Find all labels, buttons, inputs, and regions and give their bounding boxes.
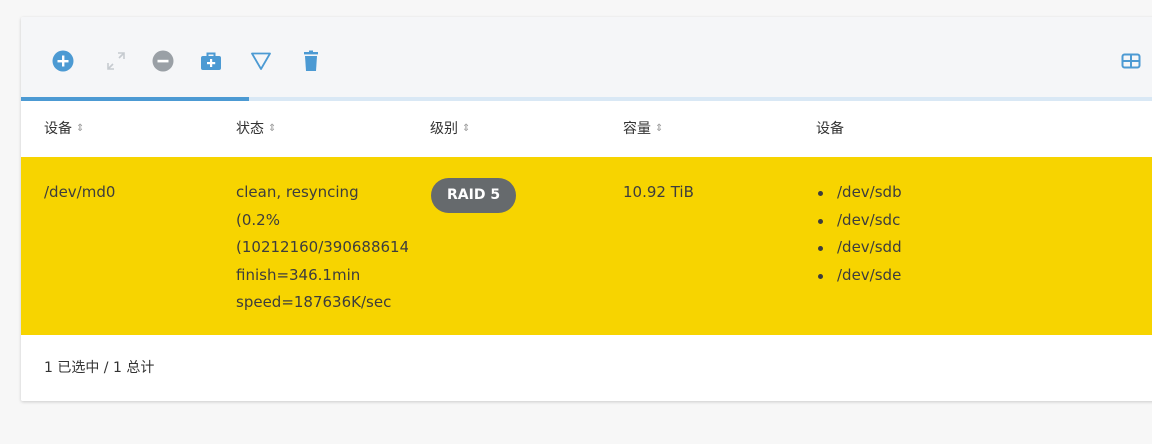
sort-icon: ⇕ <box>76 123 85 134</box>
trash-icon <box>304 50 318 71</box>
status-line: (10212160/3906886144) <box>236 238 408 256</box>
device-cell: /dev/md0 <box>44 183 116 201</box>
delete-button[interactable] <box>298 48 324 74</box>
status-line: finish=346.1min <box>236 265 361 284</box>
add-button[interactable] <box>50 48 76 74</box>
status-line: clean, resyncing <box>236 183 359 201</box>
device-list-item: /dev/sdc <box>816 207 902 235</box>
selection-summary: 1 已选中 / 1 总计 <box>44 360 155 376</box>
filter-icon <box>251 52 271 70</box>
device-list: /dev/sdb /dev/sdc /dev/sdd /dev/sde <box>816 179 902 289</box>
recover-button[interactable] <box>198 48 224 74</box>
remove-icon <box>152 50 174 72</box>
column-header-status[interactable]: 状态 ⇕ <box>236 101 276 157</box>
table-row[interactable]: /dev/md0 clean, resyncing (0.2% (1021216… <box>21 157 1152 335</box>
device-list-item: /dev/sde <box>816 262 902 290</box>
filter-button[interactable] <box>248 48 274 74</box>
sort-icon: ⇕ <box>655 123 664 134</box>
capacity-cell: 10.92 TiB <box>623 183 694 201</box>
remove-button[interactable] <box>150 48 176 74</box>
device-list-item: /dev/sdd <box>816 234 902 262</box>
sort-icon: ⇕ <box>268 123 277 134</box>
column-header-level[interactable]: 级别 ⇕ <box>430 101 470 157</box>
table-header: 设备 ⇕ 状态 ⇕ 级别 ⇕ 容量 ⇕ 设备 <box>21 101 1152 157</box>
expand-icon <box>107 52 125 70</box>
status-cell: clean, resyncing (0.2% (10212160/3906886… <box>236 179 408 317</box>
raid-level-badge: RAID 5 <box>431 178 517 213</box>
add-icon <box>52 50 74 72</box>
expand-button[interactable] <box>103 48 129 74</box>
status-line: speed=187636K/sec <box>236 293 392 311</box>
recover-icon <box>201 52 221 70</box>
grid-view-button[interactable] <box>1118 48 1144 74</box>
column-header-devices: 设备 <box>816 121 844 137</box>
sort-icon: ⇕ <box>462 123 471 134</box>
raid-panel: 设备 ⇕ 状态 ⇕ 级别 ⇕ 容量 ⇕ 设备 /dev/md0 clean, resyn… <box>21 17 1152 401</box>
device-list-item: /dev/sdb <box>816 179 902 207</box>
status-line: (0.2% <box>236 210 280 229</box>
column-header-capacity[interactable]: 容量 ⇕ <box>623 101 663 157</box>
toolbar <box>21 17 1152 97</box>
grid-view-icon <box>1121 53 1141 69</box>
table-footer: 1 已选中 / 1 总计 <box>21 335 1152 401</box>
column-header-device[interactable]: 设备 ⇕ <box>44 101 84 157</box>
